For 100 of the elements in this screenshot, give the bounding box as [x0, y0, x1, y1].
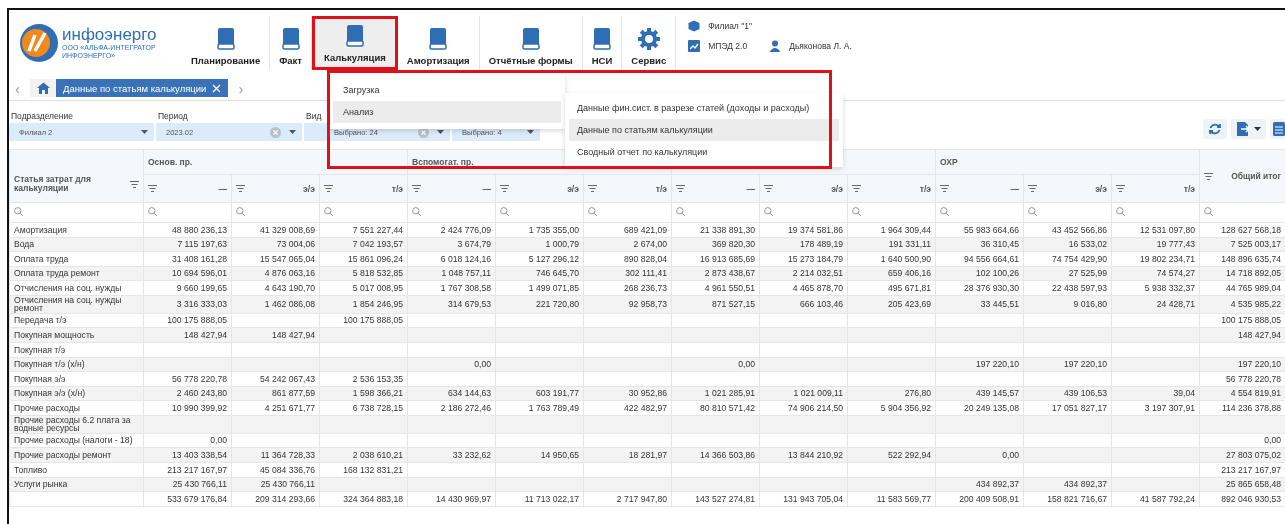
table-cell: 495 671,81: [847, 280, 936, 296]
document-icon: [1236, 121, 1250, 137]
table-cell: 1 767 308,58: [407, 280, 496, 296]
column-header[interactable]: —: [935, 174, 1024, 203]
column-header[interactable]: т/э: [1111, 174, 1200, 203]
table-cell: 1 735 355,00: [495, 222, 584, 238]
table-cell: 14 430 969,97: [407, 491, 496, 507]
menu-item[interactable]: Данные по статьям калькуляции: [569, 119, 839, 141]
refresh-button[interactable]: [1203, 119, 1227, 139]
table-cell: 15 547 065,04: [231, 251, 320, 267]
book-icon: [428, 27, 449, 51]
table-cell: 19 374 581,86: [759, 222, 848, 238]
table-cell: 131 943 705,04: [759, 491, 848, 507]
table-cell: 4 961 550,51: [671, 280, 760, 296]
nav-item[interactable]: НСИ: [582, 16, 623, 70]
table-cell: 22 438 597,93: [1023, 280, 1112, 296]
table-cell: 324 364 883,18: [319, 491, 408, 507]
column-header[interactable]: э/э: [759, 174, 848, 203]
column-group-header: ОХР: [935, 149, 1200, 175]
field-label: Вид: [305, 111, 322, 123]
table-cell: 2 536 153,35: [319, 371, 408, 387]
column-header[interactable]: Статья затрат для калькуляции: [9, 149, 144, 203]
search-icon: [236, 207, 245, 216]
nav-item[interactable]: Планирование: [182, 16, 271, 70]
filter-icon: [1028, 185, 1037, 192]
table-cell: 6 738 728,15: [319, 400, 408, 416]
home-icon: [36, 82, 50, 94]
column-header[interactable]: э/э: [1023, 174, 1112, 203]
caret-icon: [289, 130, 296, 134]
table-cell: 74 906 214,50: [759, 400, 848, 416]
book-icon: [280, 27, 301, 51]
search-field[interactable]: [9, 202, 144, 223]
chart-icon: [688, 40, 701, 52]
row-label: Передача т/э: [9, 313, 144, 328]
table-cell: 100 175 888,05: [143, 313, 232, 328]
search-icon: [940, 207, 949, 216]
table-cell: 2 717 947,80: [583, 491, 672, 507]
table-cell: 31 408 161,28: [143, 251, 232, 267]
row-label: Прочие расходы: [9, 400, 144, 416]
nav-item[interactable]: Сервис: [622, 16, 676, 70]
table-cell: 213 217 167,97: [143, 462, 232, 478]
filter-icon: [148, 185, 157, 192]
table-cell: 55 983 664,66: [935, 222, 1024, 238]
row-label: Амортизация: [9, 222, 144, 238]
menu-item[interactable]: Анализ: [333, 101, 561, 123]
filter-icon: [940, 185, 949, 192]
column-header[interactable]: э/э: [231, 174, 320, 203]
filter-icon: [1204, 172, 1214, 180]
table-cell: 43 452 566,86: [1023, 222, 1112, 238]
search-icon: [148, 207, 157, 216]
table-cell: 56 778 220,78: [143, 371, 232, 387]
row-label: Оплата труда: [9, 251, 144, 267]
column-header[interactable]: —: [143, 174, 232, 203]
table-cell: 2 424 776,09: [407, 222, 496, 238]
table-cell: 5 017 008,95: [319, 280, 408, 296]
nav-item[interactable]: Калькуляция: [312, 16, 398, 70]
search-icon: [764, 207, 773, 216]
table-cell: 4 251 671,77: [231, 400, 320, 416]
table-cell: 19 802 234,71: [1111, 251, 1200, 267]
table-cell: 28 376 930,30: [935, 280, 1024, 296]
cube-icon: [688, 20, 701, 32]
table-cell: 41 587 792,24: [1111, 491, 1200, 507]
row-label: Покупная э/э: [9, 371, 144, 387]
search-icon: [588, 207, 597, 216]
table-cell: 100 175 888,05: [319, 313, 408, 328]
tab[interactable]: Данные по статьям калькуляции: [56, 79, 229, 97]
table-cell: 0,00: [143, 433, 232, 448]
table-cell: 17 051 827,17: [1023, 400, 1112, 416]
table-cell: 689 421,09: [583, 222, 672, 238]
filter-icon: [324, 185, 333, 192]
book-icon: [592, 27, 612, 51]
table-cell: 168 132 831,21: [319, 462, 408, 478]
row-label: Топливо: [9, 462, 144, 478]
table-cell: 5 938 332,37: [1111, 280, 1200, 296]
column-header[interactable]: т/э: [583, 174, 672, 203]
column-header[interactable]: э/э: [495, 174, 584, 203]
table-cell: 422 482,97: [583, 400, 672, 416]
export-button[interactable]: [1231, 119, 1266, 139]
search-icon: [852, 207, 861, 216]
close-icon: [212, 83, 222, 93]
book-icon: [215, 27, 236, 51]
column-header[interactable]: —: [407, 174, 496, 203]
column-header[interactable]: Общий итог: [1199, 149, 1285, 203]
nav-item[interactable]: Отчётные формы: [479, 16, 583, 70]
column-header[interactable]: т/э: [847, 174, 936, 203]
table-button[interactable]: [1270, 119, 1285, 139]
home-button[interactable]: [30, 79, 56, 97]
gear-icon: [636, 27, 661, 51]
table-cell: 1 640 500,90: [847, 251, 936, 267]
menu-item[interactable]: Данные фин.сист. в разрезе статей (доходы и расходы): [569, 97, 839, 119]
column-header[interactable]: т/э: [319, 174, 408, 203]
nav-item[interactable]: Амортизация: [397, 16, 480, 70]
table-cell: 2 186 272,46: [407, 400, 496, 416]
menu-item[interactable]: Загрузка: [333, 79, 561, 101]
column-header[interactable]: —: [671, 174, 760, 203]
filter-icon: [412, 185, 421, 192]
table-cell: 11 713 022,17: [495, 491, 584, 507]
search-icon: [1028, 207, 1037, 216]
field-label: Подразделение: [10, 111, 73, 123]
row-label: Покупная т/э: [9, 342, 144, 358]
